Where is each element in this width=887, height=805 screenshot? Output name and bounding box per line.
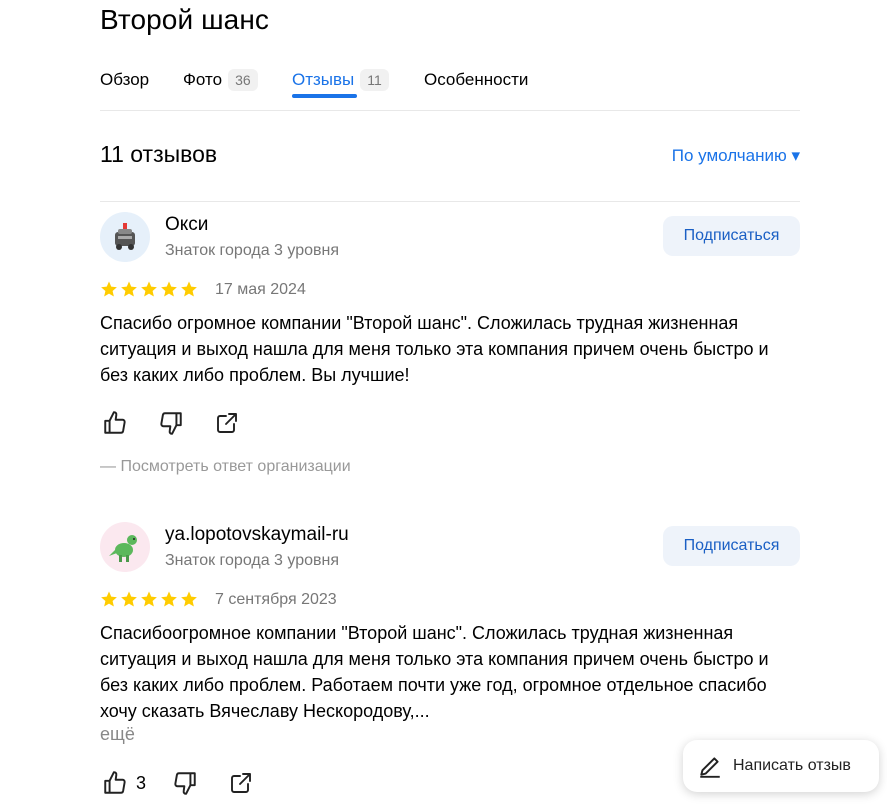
- dinosaur-avatar-icon: [109, 535, 137, 562]
- star-icon: [161, 591, 177, 607]
- dislike-button[interactable]: [170, 768, 200, 798]
- star-icon: [101, 591, 117, 607]
- tab-photos-label: Фото: [183, 70, 223, 89]
- review-actions: [100, 408, 242, 438]
- write-review-button[interactable]: Написать отзыв: [683, 740, 879, 792]
- thumbs-up-icon: [104, 411, 126, 434]
- view-org-answer-link[interactable]: — Посмотреть ответ организации: [100, 458, 351, 476]
- avatar[interactable]: [100, 212, 150, 262]
- tab-overview-label: Обзор: [100, 70, 150, 89]
- star-icon: [181, 591, 197, 607]
- sort-dropdown[interactable]: По умолчанию ▾: [672, 146, 800, 166]
- tab-reviews-count: 11: [360, 69, 389, 91]
- share-icon: [217, 413, 237, 433]
- tab-overview[interactable]: Обзор: [100, 62, 149, 98]
- tab-photos-count: 36: [228, 69, 258, 91]
- thumbs-down-icon: [174, 772, 196, 795]
- subscribe-button[interactable]: Подписаться: [663, 526, 800, 566]
- like-button[interactable]: [100, 408, 130, 438]
- review-text: Спасибоогромное компании "Второй шанс". …: [100, 623, 769, 721]
- reviews-divider: [100, 201, 800, 202]
- active-tab-indicator: [292, 94, 357, 98]
- review-date: 17 мая 2024: [215, 281, 306, 298]
- thumbs-up-icon: [104, 771, 126, 794]
- review-author[interactable]: Окси: [165, 214, 208, 236]
- tab-photos[interactable]: Фото 36: [183, 62, 258, 98]
- tabs-bar: Обзор Фото 36 Отзывы 11 Особенности: [100, 62, 800, 110]
- tabs-divider: [100, 110, 800, 111]
- rating-stars: [100, 280, 198, 298]
- review-author-level: Знаток города 3 уровня: [165, 552, 340, 569]
- tab-features-label: Особенности: [424, 70, 529, 89]
- tab-reviews-label: Отзывы: [292, 70, 355, 89]
- star-icon: [181, 281, 197, 297]
- rating-stars: [100, 590, 198, 608]
- review-text: Спасибо огромное компании "Второй шанс".…: [100, 313, 769, 385]
- subscribe-button[interactable]: Подписаться: [663, 216, 800, 256]
- star-icon: [121, 281, 137, 297]
- review-author-level: Знаток города 3 уровня: [165, 242, 340, 259]
- robot-avatar-icon: [115, 223, 135, 250]
- share-button[interactable]: [212, 408, 242, 438]
- like-button[interactable]: [100, 768, 130, 798]
- review-author[interactable]: ya.lopotovskaymail-ru: [165, 524, 349, 546]
- tab-reviews[interactable]: Отзывы 11: [292, 62, 389, 98]
- avatar[interactable]: [100, 522, 150, 572]
- star-icon: [101, 281, 117, 297]
- review-actions: 3: [100, 768, 256, 798]
- write-review-label: Написать отзыв: [733, 757, 851, 774]
- read-more-link[interactable]: ещё: [100, 724, 135, 745]
- share-button[interactable]: [226, 768, 256, 798]
- star-icon: [141, 281, 157, 297]
- page-title: Второй шанс: [100, 4, 269, 35]
- star-icon: [141, 591, 157, 607]
- dislike-button[interactable]: [156, 408, 186, 438]
- tab-features[interactable]: Особенности: [424, 62, 528, 98]
- star-icon: [161, 281, 177, 297]
- thumbs-down-icon: [160, 412, 182, 435]
- share-icon: [231, 773, 251, 793]
- like-count: 3: [136, 772, 147, 793]
- reviews-count-title: 11 отзывов: [100, 141, 218, 167]
- review-date: 7 сентября 2023: [215, 591, 337, 608]
- pencil-icon: [700, 757, 720, 778]
- star-icon: [121, 591, 137, 607]
